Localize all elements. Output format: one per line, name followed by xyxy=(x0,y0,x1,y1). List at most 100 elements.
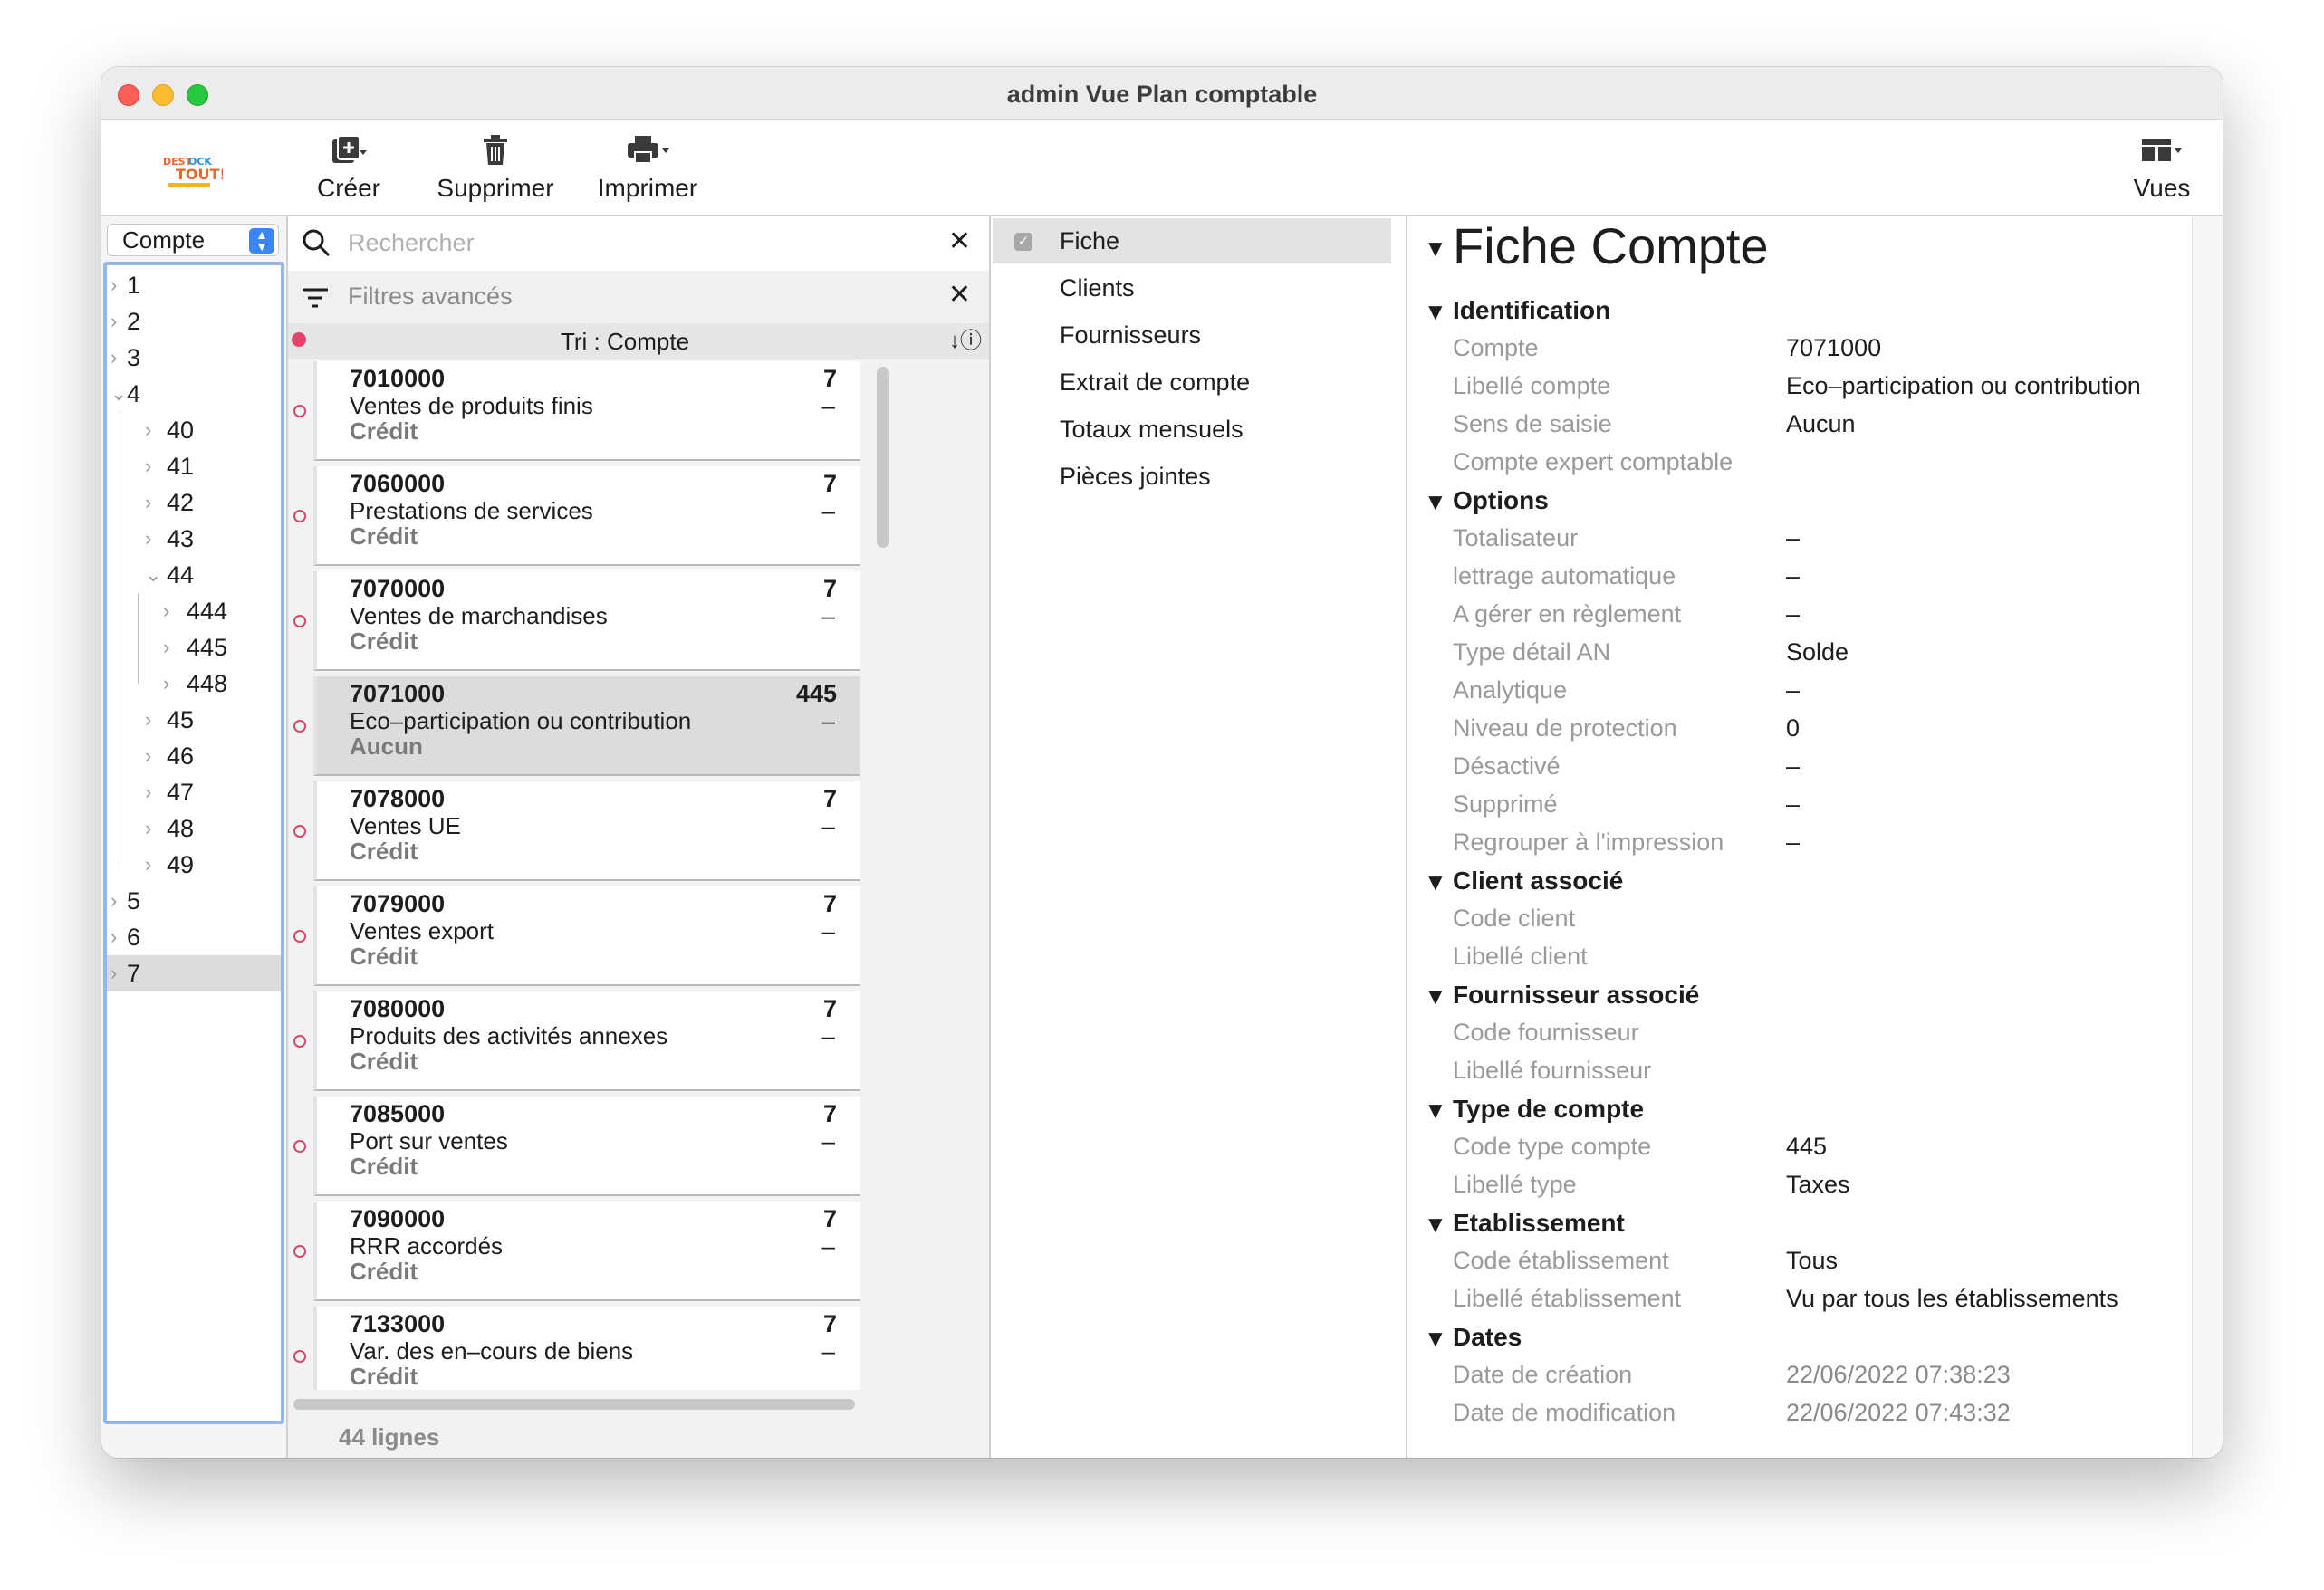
section-title[interactable]: Options xyxy=(1453,486,1549,515)
tree-node-5[interactable]: › 5 xyxy=(107,883,281,919)
tree-node-4[interactable]: ⌄ 4 xyxy=(107,376,281,412)
field-value[interactable]: – xyxy=(1786,524,1800,552)
sort-bar[interactable]: Tri : Compte ↓ⓘ xyxy=(288,323,989,359)
chevron-down-icon[interactable]: ⌄ xyxy=(145,557,161,593)
section-title[interactable]: Fournisseur associé xyxy=(1453,981,1699,1010)
views-button[interactable]: Vues xyxy=(2121,130,2203,203)
collapse-triangle-icon[interactable]: ▼ xyxy=(1424,235,1447,263)
field-value[interactable]: Vu par tous les établissements xyxy=(1786,1285,2118,1313)
tree-node-444[interactable]: › 444 xyxy=(107,593,281,629)
account-list-item[interactable]: 7090000 RRR accordés Crédit 7– xyxy=(313,1202,860,1301)
account-list-item[interactable]: 7085000 Port sur ventes Crédit 7– xyxy=(313,1097,860,1196)
tree-node-45[interactable]: › 45 xyxy=(107,702,281,738)
nav-item-extrait-de-compte[interactable]: Extrait de compte xyxy=(993,359,1391,405)
chevron-right-icon[interactable]: › xyxy=(110,955,117,991)
section-collapse-triangle-icon[interactable]: ▼ xyxy=(1424,982,1447,1011)
tree-node-1[interactable]: › 1 xyxy=(107,267,281,303)
search-bar[interactable]: Rechercher ✕ xyxy=(288,216,989,271)
section-collapse-triangle-icon[interactable]: ▼ xyxy=(1424,488,1447,516)
field-value[interactable]: 22/06/2022 07:38:23 xyxy=(1786,1361,2011,1389)
tree-node-43[interactable]: › 43 xyxy=(107,521,281,557)
field-value[interactable]: 22/06/2022 07:43:32 xyxy=(1786,1399,2011,1427)
account-list-item[interactable]: 7060000 Prestations de services Crédit 7– xyxy=(313,466,860,566)
print-button[interactable]: Imprimer xyxy=(580,130,715,203)
detail-scrollbar[interactable] xyxy=(2192,216,2223,1458)
field-value[interactable]: – xyxy=(1786,790,1800,819)
sort-order-icon[interactable]: ↓ⓘ xyxy=(949,323,982,359)
chevron-right-icon[interactable]: › xyxy=(145,738,151,774)
section-collapse-triangle-icon[interactable]: ▼ xyxy=(1424,868,1447,896)
field-value[interactable]: – xyxy=(1786,600,1800,628)
list-vertical-scrollbar[interactable] xyxy=(877,367,889,548)
tree-node-7[interactable]: › 7 xyxy=(107,955,281,991)
account-list-item[interactable]: 7133000 Var. des en–cours de biens Crédit 7… xyxy=(313,1307,860,1390)
field-value[interactable]: – xyxy=(1786,562,1800,590)
tree-node-47[interactable]: › 47 xyxy=(107,774,281,810)
section-title[interactable]: Dates xyxy=(1453,1323,1522,1352)
section-collapse-triangle-icon[interactable]: ▼ xyxy=(1424,1211,1447,1239)
chevron-right-icon[interactable]: › xyxy=(163,593,169,629)
list-horizontal-scrollbar[interactable] xyxy=(293,1399,855,1410)
field-value[interactable]: 0 xyxy=(1786,714,1800,742)
chevron-right-icon[interactable]: › xyxy=(145,484,151,521)
advanced-filters-bar[interactable]: Filtres avancés ✕ xyxy=(288,271,989,323)
chevron-right-icon[interactable]: › xyxy=(145,847,151,883)
chevron-right-icon[interactable]: › xyxy=(110,919,117,955)
nav-item-pi-ces-jointes[interactable]: Pièces jointes xyxy=(993,454,1391,499)
field-value[interactable]: Solde xyxy=(1786,638,1849,666)
chevron-right-icon[interactable]: › xyxy=(145,448,151,484)
field-value[interactable]: – xyxy=(1786,829,1800,857)
chevron-right-icon[interactable]: › xyxy=(110,340,117,376)
chevron-down-icon[interactable]: ⌄ xyxy=(110,376,127,412)
tree-node-41[interactable]: › 41 xyxy=(107,448,281,484)
tree-node-44[interactable]: ⌄ 44 xyxy=(107,557,281,593)
search-input[interactable]: Rechercher xyxy=(348,229,475,257)
chevron-right-icon[interactable]: › xyxy=(145,521,151,557)
chevron-right-icon[interactable]: › xyxy=(163,629,169,666)
account-tree[interactable]: › 1 › 2 › 3 ⌄ 4 › 40 › 41 › 42 › 43 ⌄ 44 › 444 › 445 › 448 › 45 › 4… xyxy=(103,262,284,1424)
section-title[interactable]: Type de compte xyxy=(1453,1095,1644,1124)
field-value[interactable]: Tous xyxy=(1786,1247,1838,1275)
account-list-item[interactable]: 7079000 Ventes export Crédit 7– xyxy=(313,886,860,986)
section-collapse-triangle-icon[interactable]: ▼ xyxy=(1424,298,1447,326)
delete-button[interactable]: Supprimer xyxy=(418,130,572,203)
chevron-right-icon[interactable]: › xyxy=(110,883,117,919)
tree-node-49[interactable]: › 49 xyxy=(107,847,281,883)
nav-item-totaux-mensuels[interactable]: Totaux mensuels xyxy=(993,407,1391,452)
clear-filters-icon[interactable]: ✕ xyxy=(948,279,971,311)
chevron-right-icon[interactable]: › xyxy=(163,666,169,702)
account-list-item[interactable]: 7070000 Ventes de marchandises Crédit 7– xyxy=(313,571,860,671)
tree-node-46[interactable]: › 46 xyxy=(107,738,281,774)
tree-grouping-select[interactable]: Compte ▲ ▼ xyxy=(107,224,279,256)
chevron-right-icon[interactable]: › xyxy=(145,702,151,738)
chevron-right-icon[interactable]: › xyxy=(145,774,151,810)
tree-node-2[interactable]: › 2 xyxy=(107,303,281,340)
nav-item-clients[interactable]: Clients xyxy=(993,265,1391,311)
account-list-item[interactable]: 7078000 Ventes UE Crédit 7– xyxy=(313,781,860,881)
section-collapse-triangle-icon[interactable]: ▼ xyxy=(1424,1097,1447,1125)
nav-item-fournisseurs[interactable]: Fournisseurs xyxy=(993,312,1391,358)
field-value[interactable]: Taxes xyxy=(1786,1171,1850,1199)
tree-node-48[interactable]: › 48 xyxy=(107,810,281,847)
tree-node-40[interactable]: › 40 xyxy=(107,412,281,448)
chevron-right-icon[interactable]: › xyxy=(110,267,117,303)
chevron-right-icon[interactable]: › xyxy=(145,412,151,448)
section-collapse-triangle-icon[interactable]: ▼ xyxy=(1424,1325,1447,1353)
tree-node-448[interactable]: › 448 xyxy=(107,666,281,702)
account-list-item[interactable]: 7010000 Ventes de produits finis Crédit 7– xyxy=(313,361,860,461)
field-value[interactable]: 445 xyxy=(1786,1133,1827,1161)
nav-item-fiche[interactable]: ✓ Fiche xyxy=(993,218,1391,263)
account-list-item[interactable]: 7080000 Produits des activités annexes Cré… xyxy=(313,991,860,1091)
tree-node-42[interactable]: › 42 xyxy=(107,484,281,521)
field-value[interactable]: – xyxy=(1786,676,1800,704)
tree-node-6[interactable]: › 6 xyxy=(107,919,281,955)
section-title[interactable]: Etablissement xyxy=(1453,1209,1625,1238)
section-title[interactable]: Identification xyxy=(1453,296,1610,325)
create-button[interactable]: Créer xyxy=(308,130,389,203)
section-title[interactable]: Client associé xyxy=(1453,867,1623,896)
tree-node-3[interactable]: › 3 xyxy=(107,340,281,376)
clear-search-icon[interactable]: ✕ xyxy=(948,225,971,257)
field-value[interactable]: 7071000 xyxy=(1786,334,1881,362)
account-list[interactable]: 7010000 Ventes de produits finis Crédit 7–7… xyxy=(288,361,877,1390)
chevron-right-icon[interactable]: › xyxy=(145,810,151,847)
